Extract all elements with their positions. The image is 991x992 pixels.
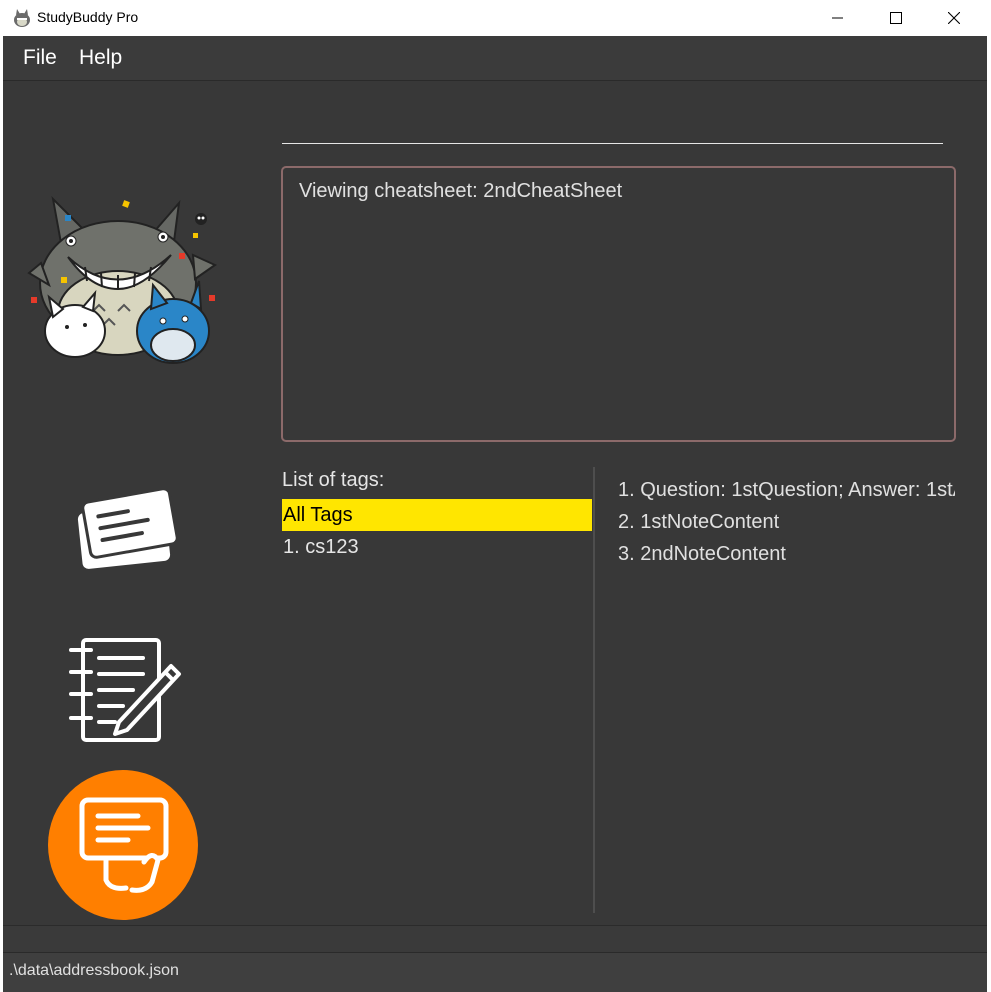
title-bar[interactable]: StudyBuddy Pro [0,0,991,36]
status-bar: .\data\addressbook.json [3,952,987,992]
list-item[interactable]: 1. Question: 1stQuestion; Answer: 1stA [618,479,955,502]
status-file-path: .\data\addressbook.json [9,962,179,979]
menu-help[interactable]: Help [79,46,122,70]
maximize-icon [890,12,902,24]
maximize-button[interactable] [867,0,925,36]
close-icon [948,12,960,24]
totoro-app-icon [14,9,30,27]
main-area: Viewing cheatsheet: 2ndCheatSheet List o… [3,81,987,925]
result-display-box: Viewing cheatsheet: 2ndCheatSheet [281,166,956,442]
tag-item-cs123[interactable]: 1. cs123 [282,531,592,563]
tags-header: List of tags: [282,469,385,491]
cheatsheet-hand-icon [79,797,169,893]
tag-item-all-tags[interactable]: All Tags [282,499,592,531]
client-area: File Help Viewing cheatsheet: 2ndCheatSh… [3,36,987,992]
flashcards-nav-button[interactable] [68,481,183,581]
app-window: StudyBuddy Pro File Help Viewing cheatsh… [0,0,991,992]
minimize-icon [832,17,843,19]
tag-label: All Tags [283,504,353,526]
menu-file[interactable]: File [23,46,57,70]
totoro-mascot-image [27,196,218,364]
bottom-separator-strip [3,925,987,952]
flashcards-icon [77,487,179,569]
panel-divider[interactable] [593,467,595,913]
minimize-button[interactable] [809,0,867,36]
list-item[interactable]: 2. 1stNoteContent [618,511,779,534]
tags-panel: List of tags: All Tags 1. cs123 [282,467,592,913]
close-button[interactable] [925,0,983,36]
cheatsheet-nav-button[interactable] [48,770,198,920]
tag-label: 1. cs123 [283,536,359,558]
notebook-pen-icon [69,638,181,742]
command-input-underline[interactable] [282,143,943,144]
window-title: StudyBuddy Pro [37,9,139,25]
result-text: Viewing cheatsheet: 2ndCheatSheet [299,180,623,202]
notes-nav-button[interactable] [63,636,188,746]
menu-bar: File Help [3,36,987,81]
sidebar [3,81,273,925]
cheatsheet-content-panel: 1. Question: 1stQuestion; Answer: 1stA 2… [603,467,955,913]
list-item[interactable]: 3. 2ndNoteContent [618,543,786,566]
